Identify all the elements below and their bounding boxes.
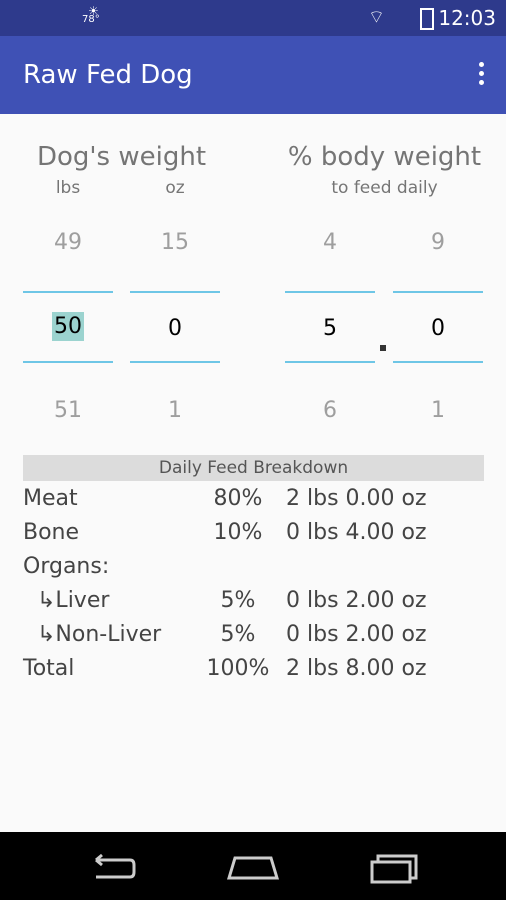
recents-icon[interactable]	[368, 850, 424, 884]
percent-decimal-next[interactable]: 1	[393, 398, 483, 423]
breakdown-row-total: Total 100% 2 lbs 8.00 oz	[23, 656, 484, 690]
app-title: Raw Fed Dog	[23, 60, 193, 90]
lbs-next[interactable]: 51	[23, 398, 113, 423]
row-amount: 0 lbs 4.00 oz	[286, 520, 427, 545]
picker-divider	[285, 291, 375, 293]
back-icon[interactable]	[88, 852, 138, 882]
row-name: ↳Liver	[37, 588, 110, 613]
row-amount: 0 lbs 2.00 oz	[286, 588, 427, 613]
lbs-prev[interactable]: 49	[23, 230, 113, 255]
picker-divider	[285, 361, 375, 363]
decimal-point	[380, 345, 386, 351]
percent-integer-value[interactable]: 5	[285, 316, 375, 341]
row-name: Bone	[23, 520, 80, 545]
app-bar: Raw Fed Dog	[0, 36, 506, 114]
row-name: ↳Non-Liver	[37, 622, 162, 647]
battery-icon	[420, 8, 434, 30]
row-name: Total	[23, 656, 75, 681]
breakdown-row-non-liver: ↳Non-Liver 5% 0 lbs 2.00 oz	[23, 622, 484, 656]
temperature: 78°	[82, 14, 100, 25]
row-percent: 10%	[213, 520, 263, 545]
wifi-icon: ⌔	[368, 7, 385, 28]
percent-decimal-value[interactable]: 0	[393, 316, 483, 341]
row-amount: 0 lbs 2.00 oz	[286, 622, 427, 647]
picker-divider	[23, 361, 113, 363]
clock: 12:03	[438, 6, 496, 30]
row-amount: 2 lbs 8.00 oz	[286, 656, 427, 681]
percent-integer-prev[interactable]: 4	[285, 230, 375, 255]
row-name: Meat	[23, 486, 78, 511]
oz-value[interactable]: 0	[130, 316, 220, 341]
oz-label: oz	[165, 178, 185, 198]
picker-divider	[130, 291, 220, 293]
row-percent: 5%	[220, 622, 256, 647]
breakdown-title: Daily Feed Breakdown	[23, 455, 484, 481]
row-name: Organs:	[23, 554, 110, 579]
bodyweight-title: % body weight	[287, 142, 482, 172]
picker-divider	[23, 291, 113, 293]
bodyweight-subtitle: to feed daily	[331, 178, 438, 198]
row-amount: 2 lbs 0.00 oz	[286, 486, 427, 511]
lbs-selected-text[interactable]: 50	[52, 312, 84, 341]
breakdown-row-meat: Meat 80% 2 lbs 0.00 oz	[23, 486, 484, 520]
row-percent: 5%	[220, 588, 256, 613]
home-icon[interactable]	[225, 852, 281, 882]
picker-divider	[393, 291, 483, 293]
navigation-bar	[0, 832, 506, 900]
breakdown-row-organs: Organs:	[23, 554, 484, 588]
percent-integer-next[interactable]: 6	[285, 398, 375, 423]
lbs-label: lbs	[55, 178, 81, 198]
picker-divider	[393, 361, 483, 363]
status-bar: ☀ 78° ⌔ 12:03	[0, 0, 506, 36]
overflow-menu-icon[interactable]	[476, 60, 486, 90]
breakdown-row-liver: ↳Liver 5% 0 lbs 2.00 oz	[23, 588, 484, 622]
lbs-value[interactable]: 50	[23, 312, 113, 341]
breakdown-row-bone: Bone 10% 0 lbs 4.00 oz	[23, 520, 484, 554]
oz-next[interactable]: 1	[130, 398, 220, 423]
percent-decimal-prev[interactable]: 9	[393, 230, 483, 255]
row-percent: 80%	[213, 486, 263, 511]
weight-title: Dog's weight	[36, 142, 207, 172]
picker-divider	[130, 361, 220, 363]
row-percent: 100%	[206, 656, 270, 681]
oz-prev[interactable]: 15	[130, 230, 220, 255]
